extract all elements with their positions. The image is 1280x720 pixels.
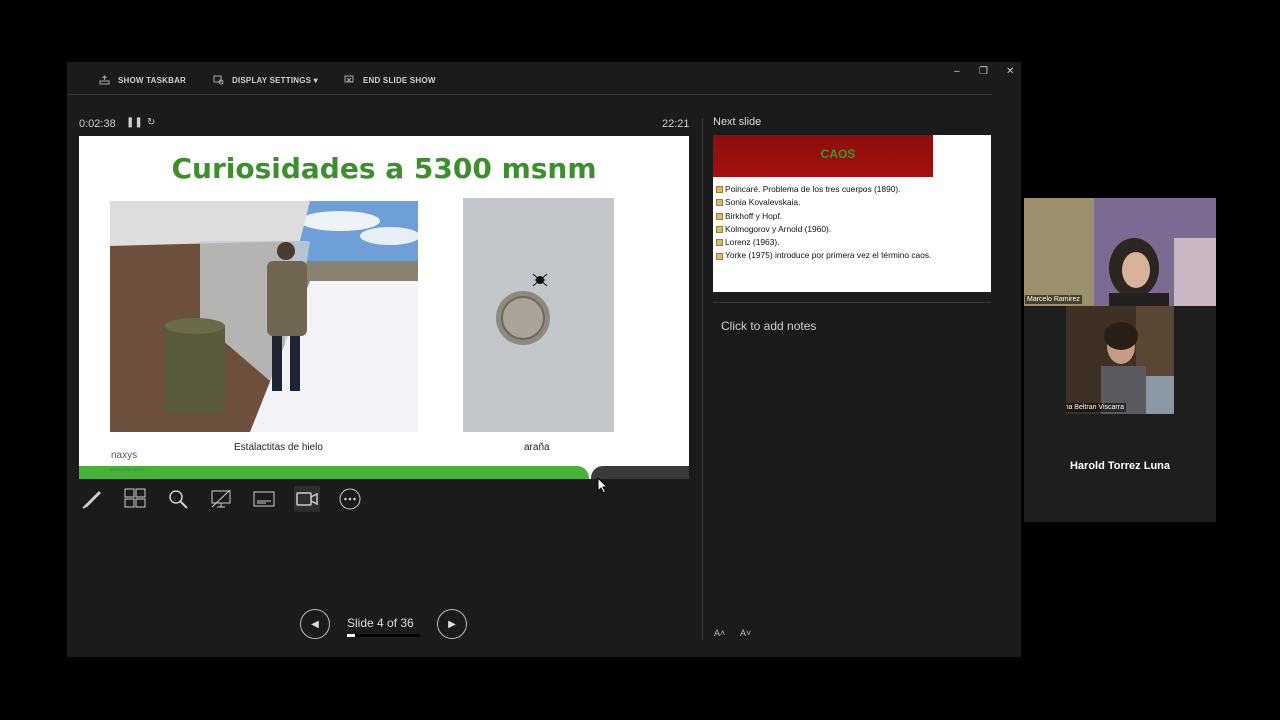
increase-font-button[interactable]: A˄	[714, 628, 725, 638]
black-screen-icon[interactable]	[208, 486, 234, 512]
list-item-text: Sonia Kovalevskaia.	[725, 197, 801, 208]
list-item: Yorke (1975) introduce por primera vez e…	[716, 249, 931, 262]
show-taskbar-button[interactable]: SHOW TASKBAR	[99, 75, 186, 85]
end-slide-show-button[interactable]: END SLIDE SHOW	[344, 75, 436, 85]
display-settings-icon	[213, 75, 224, 85]
presenter-toolbar: SHOW TASKBAR DISPLAY SETTINGS ▾ END SLID…	[67, 62, 1021, 98]
footer-green-bar	[79, 466, 589, 479]
participant-video-2[interactable]: Micaela Diana Beltran Viscarra	[1066, 306, 1174, 414]
list-item: Kolmogorov y Arnold (1960).	[716, 223, 931, 236]
bullet-icon	[716, 212, 723, 220]
list-item: Lorenz (1963).	[716, 236, 931, 249]
close-button[interactable]: ✕	[1006, 66, 1014, 77]
list-item-text: Yorke (1975) introduce por primera vez e…	[725, 250, 932, 261]
see-all-slides-icon[interactable]	[122, 486, 148, 512]
participant-2-name: Micaela Diana Beltran Viscarra	[1066, 403, 1126, 412]
display-settings-label: DISPLAY SETTINGS ▾	[232, 75, 318, 85]
next-slide-label: Next slide	[713, 116, 762, 128]
panel-divider[interactable]	[702, 118, 703, 640]
list-item: Poincaré. Problema de los tres cuerpos (…	[716, 183, 931, 196]
slide-counter[interactable]: Slide 4 of 36	[347, 616, 414, 630]
logo-url: www.unamur.be	[109, 467, 145, 473]
list-item: Sonia Kovalevskaia.	[716, 196, 931, 209]
camera-icon[interactable]	[294, 486, 320, 512]
caption-left: Estalactitas de hielo	[234, 442, 323, 453]
pause-timer-icon[interactable]: ❚❚	[126, 117, 143, 128]
slide-progress-fill	[347, 634, 356, 637]
clock: 22:21	[662, 118, 690, 130]
presenter-tools	[79, 486, 363, 512]
end-show-icon	[344, 75, 355, 85]
naxys-logo: naxys	[111, 450, 138, 461]
display-settings-button[interactable]: DISPLAY SETTINGS ▾	[213, 75, 318, 85]
next-slide-preview[interactable]: CAOS Poincaré. Problema de los tres cuer…	[713, 135, 991, 292]
previous-slide-button[interactable]: ◀	[300, 609, 330, 639]
list-item-text: Birkhoff y Hopf.	[725, 210, 783, 221]
end-slide-show-label: END SLIDE SHOW	[363, 75, 436, 85]
next-slide-title: CAOS	[820, 147, 856, 161]
show-taskbar-label: SHOW TASKBAR	[118, 75, 187, 85]
notes-area[interactable]: Click to add notes	[721, 319, 816, 333]
elapsed-timer: 0:02:38	[79, 118, 116, 130]
bullet-icon	[716, 199, 723, 207]
caption-right: araña	[524, 442, 550, 453]
list-item-text: Kolmogorov y Arnold (1960).	[725, 223, 832, 234]
icicles-photo	[110, 201, 418, 432]
next-slide-list: Poincaré. Problema de los tres cuerpos (…	[716, 183, 931, 263]
triangle-right-icon: ▶	[448, 618, 456, 630]
restore-button[interactable]: ❐	[979, 66, 988, 77]
triangle-left-icon: ◀	[311, 618, 319, 630]
bullet-icon	[716, 186, 723, 194]
taskbar-icon	[99, 75, 110, 85]
minimize-button[interactable]: –	[954, 66, 960, 77]
list-item-text: Lorenz (1963).	[725, 237, 780, 248]
video-panel: Marcelo Ramirez Micaela Diana Beltran Vi…	[1024, 198, 1216, 522]
slide-navigation: ◀ Slide 4 of 36 ▶	[300, 609, 470, 641]
slide-title: Curiosidades a 5300 msnm	[171, 152, 597, 185]
presenter-window: SHOW TASKBAR DISPLAY SETTINGS ▾ END SLID…	[67, 62, 1021, 657]
slide-progress	[347, 634, 420, 637]
host-name: Harold Torrez Luna	[1069, 460, 1171, 472]
zoom-icon[interactable]	[165, 486, 191, 512]
list-item-text: Poincaré. Problema de los tres cuerpos (…	[725, 184, 901, 194]
pen-tool-icon[interactable]	[79, 486, 105, 512]
spider-photo	[463, 198, 614, 432]
subtitles-icon[interactable]	[251, 486, 277, 512]
notes-divider	[713, 302, 991, 303]
toolbar-divider	[67, 94, 992, 95]
restart-timer-icon[interactable]: ↻	[147, 117, 155, 128]
more-options-icon[interactable]	[337, 486, 363, 512]
list-item: Birkhoff y Hopf.	[716, 210, 931, 223]
bullet-icon	[716, 239, 723, 247]
next-slide-button[interactable]: ▶	[437, 609, 467, 639]
bullet-icon	[716, 252, 723, 260]
current-slide[interactable]: Curiosidades a 5300 msnm Estalactitas de…	[79, 136, 689, 479]
participant-1-name: Marcelo Ramirez	[1025, 295, 1082, 304]
decrease-font-button[interactable]: A˅	[740, 628, 751, 638]
bullet-icon	[716, 226, 723, 234]
participant-video-1[interactable]: Marcelo Ramirez	[1024, 198, 1216, 306]
